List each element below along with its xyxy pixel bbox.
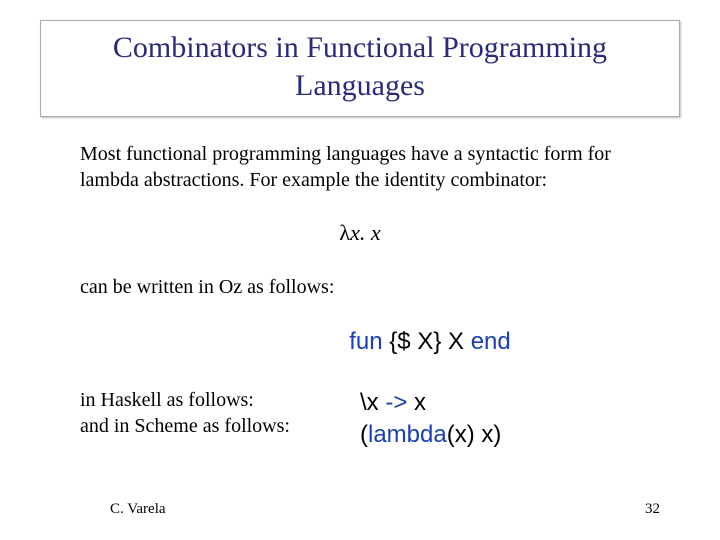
language-examples: in Haskell as follows: and in Scheme as … [80, 387, 640, 452]
footer-page: 32 [645, 501, 660, 518]
slide-footer: C. Varela 32 [0, 501, 720, 518]
scheme-code: (lambda(x) x) [360, 419, 640, 451]
title-box: Combinators in Functional Programming La… [40, 20, 680, 117]
scheme-label: and in Scheme as follows: [80, 413, 320, 439]
scheme-rest: (x) x) [447, 421, 502, 448]
slide-title: Combinators in Functional Programming La… [61, 29, 659, 104]
haskell-label: in Haskell as follows: [80, 387, 320, 413]
haskell-pre: \x [360, 389, 385, 416]
scheme-keyword-lambda: lambda [368, 421, 447, 448]
oz-intro-text: can be written in Oz as follows: [80, 274, 640, 300]
lambda-expression: λx. x [80, 219, 640, 248]
haskell-arrow: -> [385, 389, 407, 416]
oz-code: fun {$ X} X end [80, 326, 640, 357]
scheme-open: ( [360, 421, 368, 448]
oz-keyword-end: end [471, 328, 511, 355]
footer-author: C. Varela [110, 501, 166, 518]
lambda-symbol: λ [339, 220, 350, 245]
oz-body: {$ X} X [383, 328, 471, 355]
intro-text: Most functional programming languages ha… [80, 141, 640, 193]
lambda-body: x. x [350, 220, 381, 245]
haskell-post: x [407, 389, 426, 416]
haskell-code: \x -> x [360, 387, 640, 419]
labels-column: in Haskell as follows: and in Scheme as … [80, 387, 320, 452]
oz-keyword-fun: fun [349, 328, 382, 355]
code-column: \x -> x (lambda(x) x) [360, 387, 640, 452]
slide-body: Most functional programming languages ha… [80, 141, 640, 452]
